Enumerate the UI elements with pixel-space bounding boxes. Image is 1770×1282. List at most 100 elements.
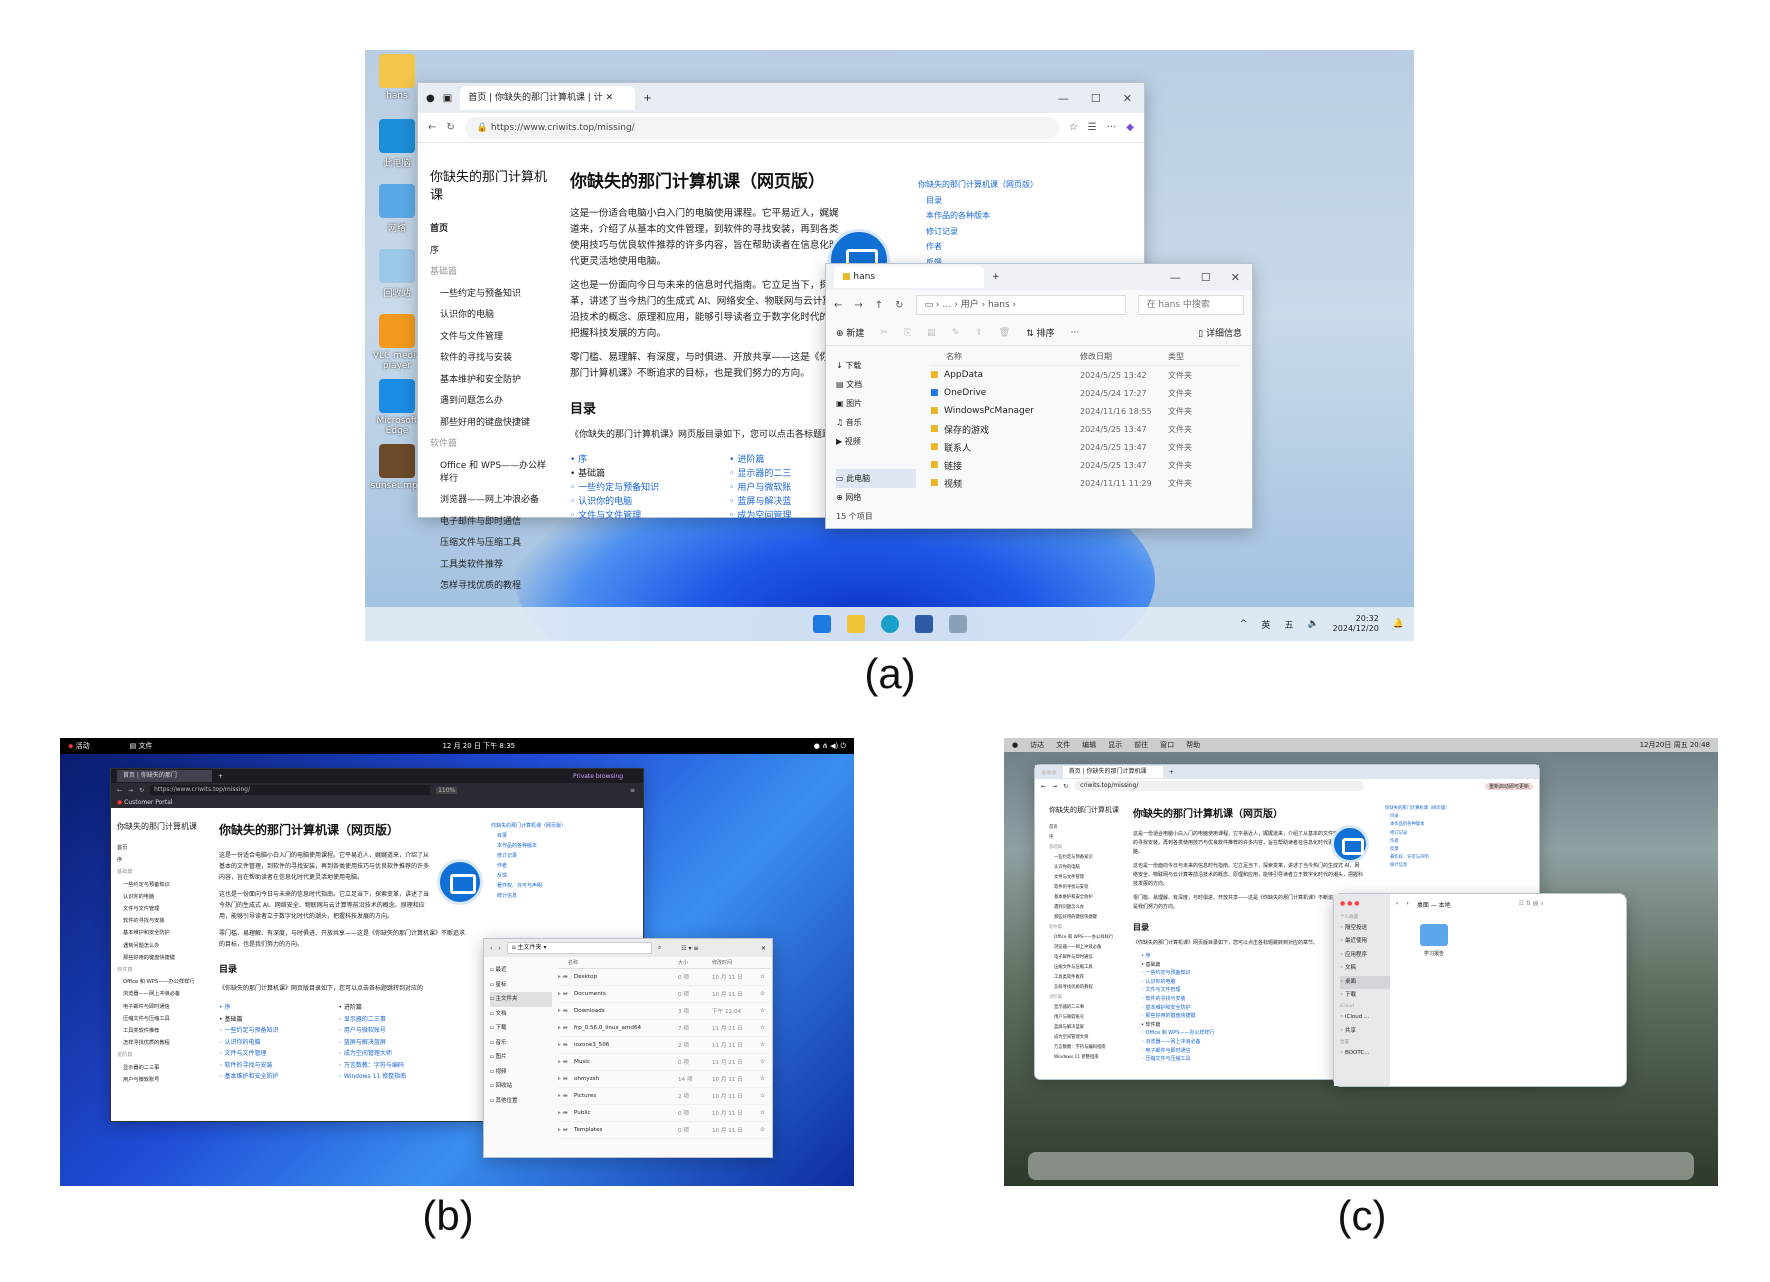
sidebar-item[interactable]: Windows 11 修整指南: [1049, 1053, 1129, 1063]
forward-icon[interactable]: →: [128, 787, 133, 794]
sidebar-item[interactable]: 遇到问题怎么办: [430, 393, 550, 406]
column-header[interactable]: 修改日期: [1080, 351, 1168, 362]
forward-icon[interactable]: →: [854, 300, 862, 311]
view-options-icon[interactable]: ☷ ⇅ ▤ ⌕: [1519, 900, 1544, 909]
paste-icon[interactable]: ▤: [927, 328, 936, 338]
back-icon[interactable]: ‹: [1396, 900, 1398, 909]
tool-icon[interactable]: [948, 615, 967, 633]
toc-link[interactable]: ◦ 文件与文件管理: [219, 1048, 278, 1060]
table-row[interactable]: ▸ ▬ ohmyzsh 14 项 10 月 11 日 ☆: [558, 1071, 770, 1088]
sidebar-item[interactable]: 蓝屏与解决蓝屏: [1049, 1023, 1129, 1033]
column-header[interactable]: 类型: [1168, 351, 1228, 362]
right-toc-link[interactable]: 本作品的各种版本: [491, 841, 566, 851]
table-row[interactable]: ▸ ▬ Music 0 项 11 月 21 日 ☆: [558, 1054, 770, 1071]
sidebar-item[interactable]: 浏览器——网上冲浪必备: [1049, 943, 1129, 953]
sidebar-item[interactable]: 基本维护和安全防护: [430, 372, 550, 385]
sidebar-item[interactable]: 一些约定与预备知识: [430, 286, 550, 299]
sidebar-item[interactable]: 遇到问题怎么办: [1049, 903, 1129, 913]
start-icon[interactable]: [812, 615, 831, 633]
toc-link[interactable]: ◦ 认识你的电脑: [1141, 978, 1363, 987]
toc-link[interactable]: ◦ 用户与微软账: [729, 481, 791, 495]
forward-icon[interactable]: ›: [498, 945, 500, 952]
sidebar-item[interactable]: 首页: [117, 842, 209, 854]
sidebar-item[interactable]: 浏览器——网上冲浪必备: [117, 988, 209, 1000]
toc-link[interactable]: ◦ 文件与文件管理: [1141, 986, 1363, 995]
table-row[interactable]: ▸ ▬ Desktop 0 项 10 月 11 日 ☆: [558, 969, 770, 986]
places-item[interactable]: ▫ 视频: [490, 1065, 552, 1080]
activities-button[interactable]: ◆ 活动: [68, 741, 90, 751]
table-row[interactable]: ▸ ▬ Documents 0 项 10 月 11 日 ☆: [558, 986, 770, 1003]
nav-item[interactable]: ↓ 下载: [836, 356, 916, 375]
sidebar-item[interactable]: 显示器的二三事: [117, 1062, 209, 1074]
sidebar-item[interactable]: Office 和 WPS——办公样样行: [117, 976, 209, 988]
column-header[interactable]: 大小: [678, 959, 712, 968]
places-item[interactable]: ▫ 下载: [490, 1021, 552, 1036]
sidebar-item[interactable]: 那些好用的键盘快捷键: [430, 415, 550, 428]
up-icon[interactable]: ↑: [875, 300, 883, 311]
traffic-lights[interactable]: ● ● ●: [1334, 894, 1390, 913]
search-icon[interactable]: ⌕: [658, 944, 661, 952]
maximize-button[interactable]: ☐: [1201, 271, 1211, 284]
cut-icon[interactable]: ✂: [880, 328, 888, 338]
sidebar-item[interactable]: 认识你的电脑: [430, 307, 550, 320]
star-icon[interactable]: ☆: [760, 974, 770, 980]
new-tab-button[interactable]: +: [992, 272, 1000, 282]
toc-link[interactable]: • 序: [1141, 952, 1363, 961]
finder-nav-item[interactable]: ◦ iCloud ...: [1340, 1011, 1390, 1024]
new-button[interactable]: ⊕ 新建: [836, 326, 864, 339]
nav-item[interactable]: ⊕ 网络: [836, 488, 916, 507]
right-toc-link[interactable]: 反馈: [491, 871, 566, 881]
system-tray-icon[interactable]: ● ⋔ ◀) ⏻: [814, 742, 846, 751]
right-toc-link[interactable]: 统计信息: [491, 891, 566, 901]
apple-icon[interactable]: ●: [1012, 741, 1018, 749]
right-toc-link[interactable]: 目录: [1385, 813, 1449, 821]
sidebar-item[interactable]: 怎样寻找优质的教程: [117, 1037, 209, 1049]
sidebar-item[interactable]: 万言数教：字符与编码指南: [1049, 1043, 1129, 1053]
column-header[interactable]: 修改时间: [712, 959, 770, 968]
sidebar-item[interactable]: 一些约定与预备知识: [1049, 853, 1129, 863]
star-icon[interactable]: ☆: [760, 1059, 770, 1065]
nav-item[interactable]: ▤ 文档: [836, 375, 916, 394]
new-tab-button[interactable]: +: [1169, 769, 1174, 776]
toc-link[interactable]: • 软件篇: [1141, 1021, 1363, 1030]
right-toc-link[interactable]: 目录: [491, 831, 566, 841]
sidebar-item[interactable]: 认识你的电脑: [1049, 863, 1129, 873]
finder-nav-item[interactable]: ◦ 应用程序: [1340, 949, 1390, 962]
share-icon[interactable]: ⇪: [975, 328, 983, 338]
toc-link[interactable]: ◦ 基本维护和安全防护: [219, 1071, 278, 1083]
clock[interactable]: 12 月 20 日 下午 8:35: [442, 741, 515, 751]
explorer-tab[interactable]: ■ hans: [834, 266, 984, 288]
places-item[interactable]: ▫ 音乐: [490, 1036, 552, 1051]
ime-mode[interactable]: 五: [1284, 618, 1293, 631]
back-icon[interactable]: ‹: [490, 945, 492, 952]
clock[interactable]: 12月20日 周五 20:48: [1640, 740, 1710, 750]
favorites-icon[interactable]: ☰: [1088, 122, 1097, 133]
star-icon[interactable]: ☆: [1069, 122, 1078, 133]
folder-item[interactable]: 学习报告: [1414, 924, 1454, 957]
right-toc-link[interactable]: 反馈: [1385, 846, 1449, 854]
traffic-lights[interactable]: ●●●: [1041, 769, 1057, 776]
nav-item[interactable]: ▭ 此电脑: [836, 469, 916, 488]
finder-nav-item[interactable]: ◦ 下载: [1340, 989, 1390, 1002]
right-toc-link[interactable]: 本作品的各种版本: [1385, 821, 1449, 829]
tab-home[interactable]: 首页 | 你缺失的那门计算机课: [1062, 766, 1163, 778]
right-toc-link[interactable]: 著作权、许可与声明: [1385, 854, 1449, 862]
copy-icon[interactable]: ⎘: [904, 328, 911, 338]
table-row[interactable]: ■ 链接 2024/5/25 13:47 文件夹: [930, 456, 1240, 474]
star-icon[interactable]: ☆: [760, 1008, 770, 1014]
toc-link[interactable]: ◦ 基本维护和安全防护: [1141, 1004, 1363, 1013]
menu-item[interactable]: 编辑: [1082, 740, 1096, 750]
toc-link[interactable]: ◦ 显示器的二三: [729, 467, 791, 481]
menu-item[interactable]: 访达: [1030, 740, 1044, 750]
search-field[interactable]: 在 hans 中搜索: [1137, 295, 1244, 315]
clock[interactable]: 20:32 2024/12/20: [1333, 614, 1379, 634]
delete-icon[interactable]: 🗑: [999, 328, 1010, 338]
toc-link[interactable]: ◦ 浏览器——网上冲浪必备: [1141, 1038, 1363, 1047]
table-row[interactable]: ■ OneDrive 2024/5/24 17:27 文件夹: [930, 384, 1240, 402]
places-item[interactable]: ▫ 文档: [490, 1007, 552, 1022]
file-explorer-icon[interactable]: [846, 615, 865, 633]
notification-icon[interactable]: 🔔: [1393, 619, 1404, 629]
column-header[interactable]: 名称: [930, 351, 1080, 362]
sidebar-item[interactable]: 用户与微软账号: [1049, 1013, 1129, 1023]
nav-item[interactable]: ♫ 音乐: [836, 413, 916, 432]
